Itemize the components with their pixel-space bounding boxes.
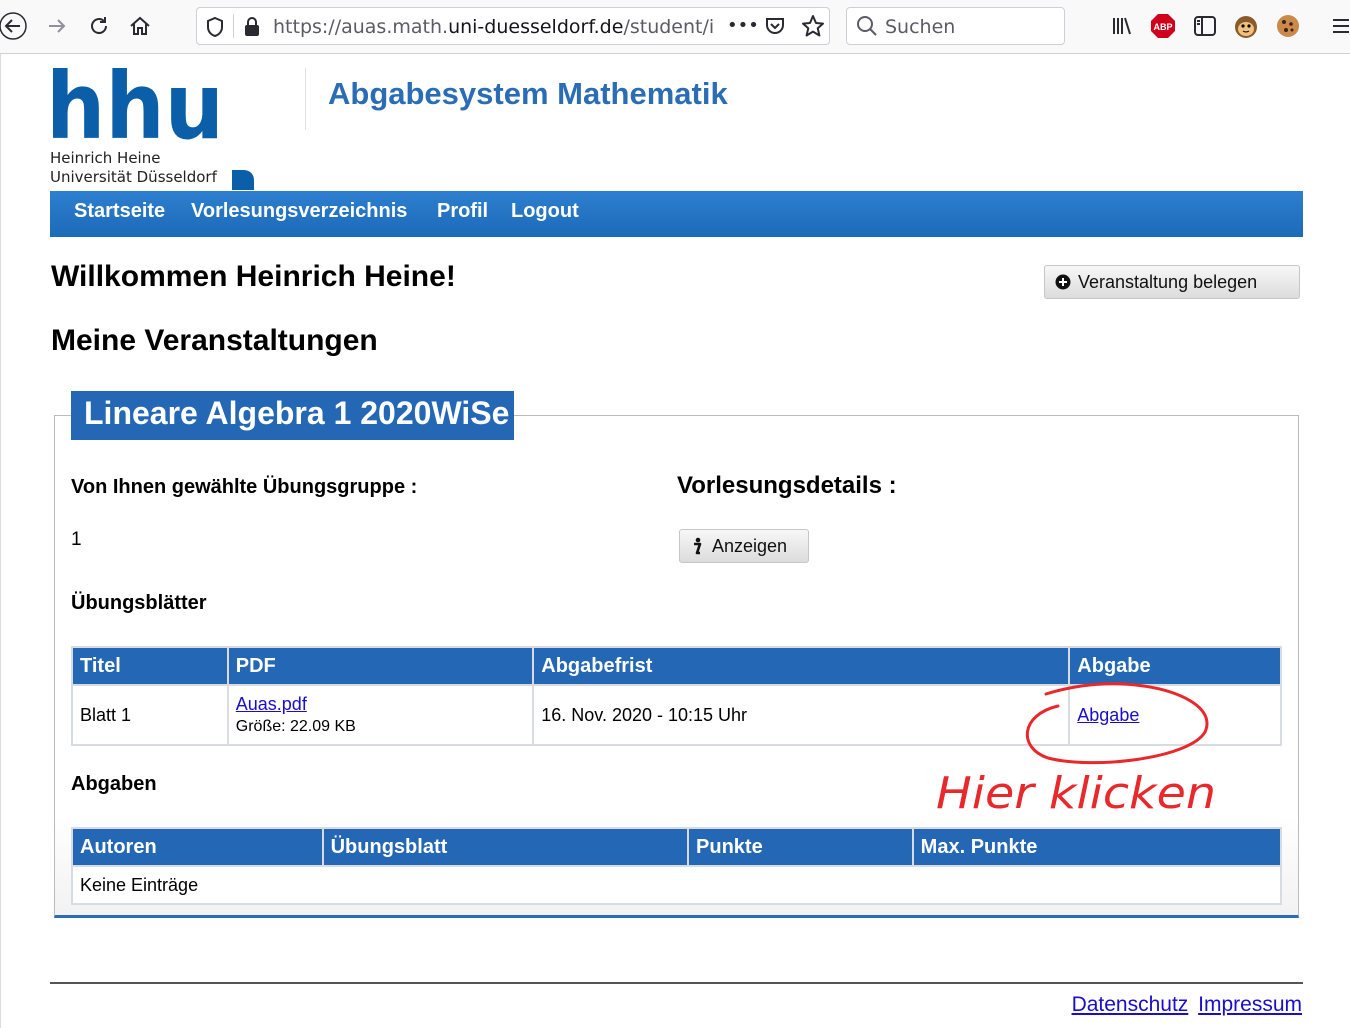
show-details-button[interactable]: Anzeigen xyxy=(679,529,809,563)
footer-datenschutz-link[interactable]: Datenschutz xyxy=(1072,993,1189,1016)
footer-impressum-link[interactable]: Impressum xyxy=(1198,993,1302,1016)
nav-startseite[interactable]: Startseite xyxy=(74,200,165,223)
empty-state: Keine Einträge xyxy=(71,865,1282,905)
browser-toolbar: https://auas.math.uni-duesseldorf.de/stu… xyxy=(0,0,1350,54)
enroll-course-button[interactable]: Veranstaltung belegen xyxy=(1044,265,1300,299)
forward-arrow-icon[interactable] xyxy=(42,10,72,42)
info-icon xyxy=(694,537,702,555)
plus-circle-icon xyxy=(1055,274,1071,290)
col-header-pdf: PDF xyxy=(226,646,535,686)
hhu-logo[interactable]: hhu Heinrich Heine Universität Düsseldor… xyxy=(46,53,256,190)
lock-icon[interactable] xyxy=(243,16,261,43)
pdf-size: Größe: 22.09 KB xyxy=(235,718,356,735)
logo-line2: Universität Düsseldorf xyxy=(50,168,218,186)
logo-line1: Heinrich Heine xyxy=(50,149,160,167)
sheets-table: Titel PDF Abgabefrist Abgabe Blatt 1 Aua… xyxy=(71,646,1282,746)
group-label: Von Ihnen gewählte Übungsgruppe : xyxy=(71,476,418,498)
sheet-submit-cell: Abgabe xyxy=(1068,684,1282,746)
url-bar[interactable]: https://auas.math.uni-duesseldorf.de/stu… xyxy=(196,7,830,45)
sidebar-icon[interactable] xyxy=(1190,10,1220,42)
library-icon[interactable] xyxy=(1107,10,1137,42)
nav-vorlesungsverzeichnis[interactable]: Vorlesungsverzeichnis xyxy=(191,200,407,223)
cookie-icon[interactable] xyxy=(1273,10,1303,42)
url-text[interactable]: https://auas.math.uni-duesseldorf.de/stu… xyxy=(273,16,713,38)
submissions-table-header: Autoren Übungsblatt Punkte Max. Punkte xyxy=(71,827,1283,867)
col-header-autoren: Autoren xyxy=(71,827,324,867)
submissions-table: Autoren Übungsblatt Punkte Max. Punkte K… xyxy=(71,827,1283,905)
table-row: Keine Einträge xyxy=(71,865,1282,905)
nav-logout[interactable]: Logout xyxy=(511,200,579,223)
menu-icon[interactable] xyxy=(1326,10,1350,42)
search-icon xyxy=(856,15,878,42)
col-header-uebungsblatt: Übungsblatt xyxy=(321,827,690,867)
enroll-course-label: Veranstaltung belegen xyxy=(1078,271,1258,292)
col-header-abgabefrist: Abgabefrist xyxy=(532,646,1071,686)
submit-link[interactable]: Abgabe xyxy=(1077,705,1139,725)
sheet-title: Blatt 1 xyxy=(71,684,229,746)
footer-links: Datenschutz Impressum xyxy=(1068,993,1302,1017)
star-icon[interactable] xyxy=(801,14,825,43)
extension-monkey-icon[interactable] xyxy=(1231,10,1261,42)
home-icon[interactable] xyxy=(125,10,155,42)
page-left-border xyxy=(0,54,1,1028)
url-separator xyxy=(233,14,234,38)
nav-profil[interactable]: Profil xyxy=(437,200,488,223)
sheet-deadline: 16. Nov. 2020 - 10:15 Uhr xyxy=(532,684,1071,746)
table-row: Blatt 1 Auas.pdf Größe: 22.09 KB 16. Nov… xyxy=(71,684,1282,746)
back-arrow-icon[interactable] xyxy=(0,10,30,42)
sheets-label: Übungsblätter xyxy=(71,592,207,614)
search-bar[interactable]: Suchen xyxy=(846,7,1065,45)
sheets-table-header: Titel PDF Abgabefrist Abgabe xyxy=(71,646,1282,686)
main-nav: Startseite Vorlesungsverzeichnis Profil … xyxy=(50,191,1303,237)
submissions-label: Abgaben xyxy=(71,773,157,795)
site-title[interactable]: Abgabesystem Mathematik xyxy=(328,76,728,112)
shield-icon[interactable] xyxy=(205,16,225,43)
pocket-icon[interactable] xyxy=(764,15,786,42)
adblock-icon[interactable]: ABP xyxy=(1148,10,1178,42)
pdf-link[interactable]: Auas.pdf xyxy=(236,694,307,714)
header-separator xyxy=(305,68,306,130)
col-header-max-punkte: Max. Punkte xyxy=(911,827,1283,867)
welcome-heading: Willkommen Heinrich Heine! xyxy=(51,260,456,293)
sheet-pdf-cell: Auas.pdf Größe: 22.09 KB xyxy=(226,684,535,746)
footer-divider xyxy=(50,982,1303,984)
reload-icon[interactable] xyxy=(84,10,114,42)
page-actions-button[interactable]: ••• xyxy=(727,15,759,36)
col-header-titel: Titel xyxy=(71,646,229,686)
col-header-punkte: Punkte xyxy=(687,827,914,867)
show-details-label: Anzeigen xyxy=(712,535,788,556)
course-title: Lineare Algebra 1 2020WiSe xyxy=(71,391,514,440)
details-label: Vorlesungsdetails : xyxy=(677,472,897,499)
col-header-abgabe: Abgabe xyxy=(1068,646,1282,686)
logo-wordmark: hhu xyxy=(50,66,224,160)
my-courses-heading: Meine Veranstaltungen xyxy=(51,324,378,357)
adblock-label: ABP xyxy=(1153,22,1172,32)
group-value: 1 xyxy=(71,529,82,550)
search-input[interactable]: Suchen xyxy=(885,16,955,38)
